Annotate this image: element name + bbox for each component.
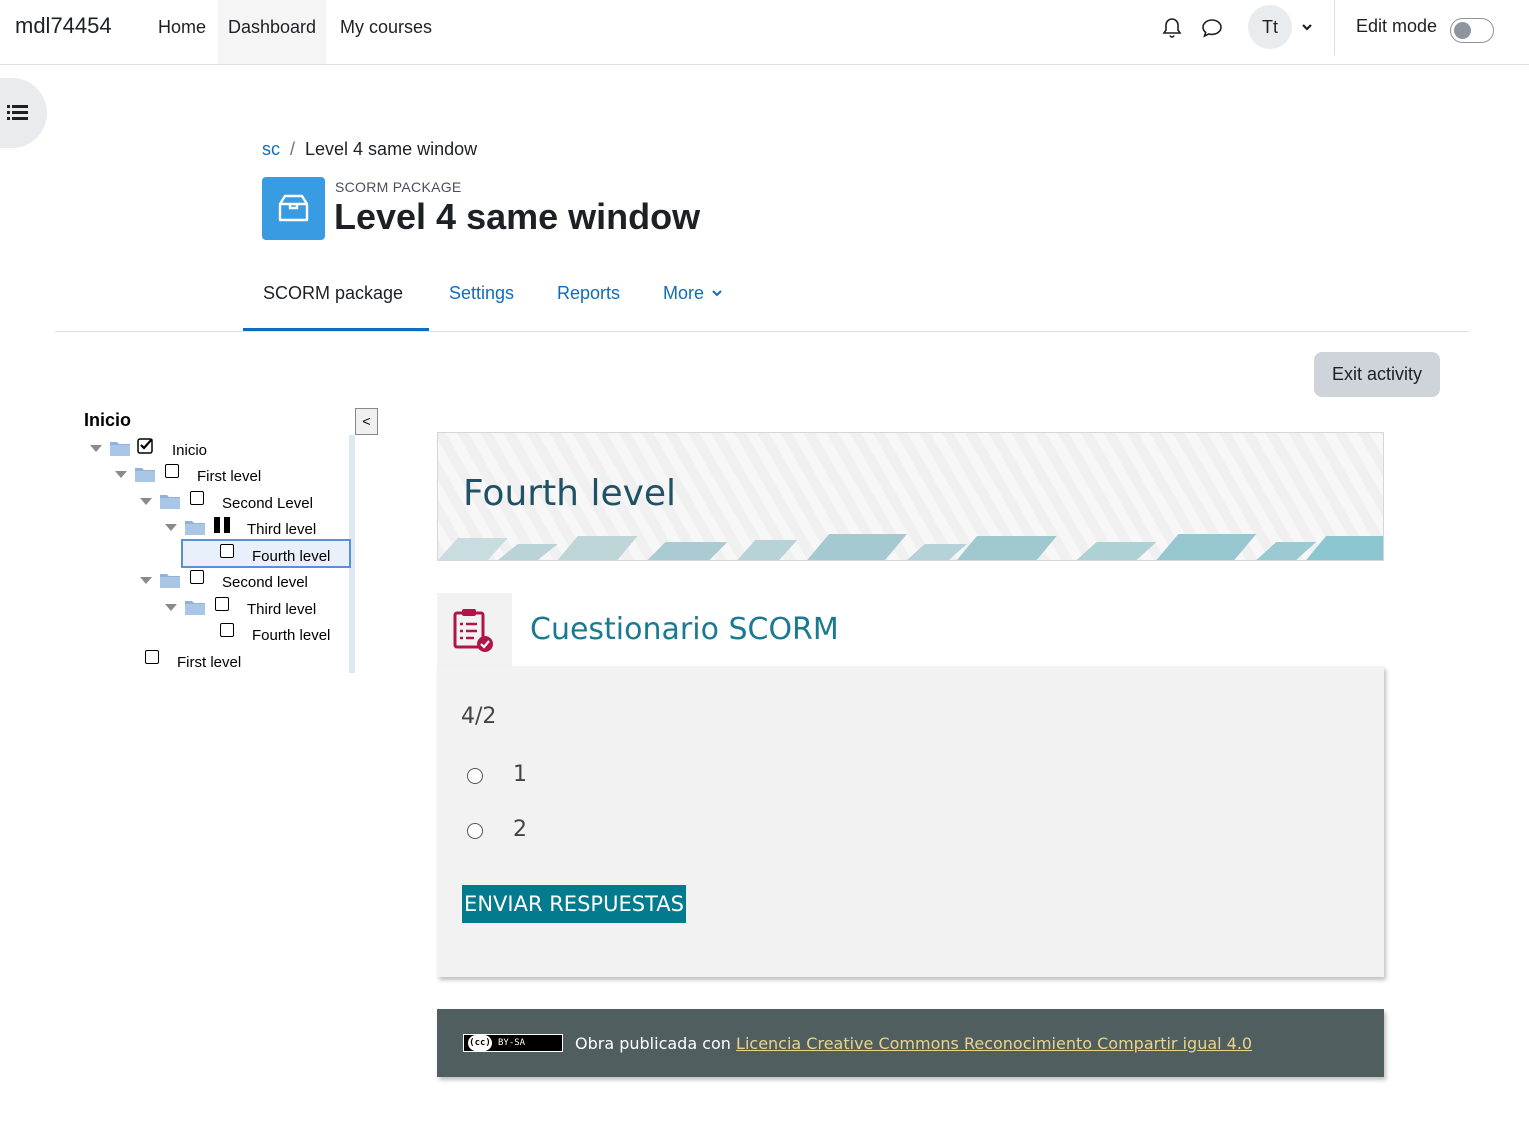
content-footer: (cc) BY-SA Obra publicada con Licencia C… (437, 1009, 1384, 1077)
answer-label: 2 (513, 817, 527, 842)
tab-settings[interactable]: Settings (449, 283, 514, 304)
expand-arrow-icon[interactable] (140, 498, 152, 505)
banner-pattern (438, 534, 1383, 560)
edit-mode-label: Edit mode (1356, 16, 1438, 36)
tab-more-label: More (663, 283, 705, 303)
toc-item-third-level[interactable]: Third level (165, 517, 340, 541)
checkbox-icon (145, 650, 159, 664)
message-icon[interactable] (1200, 16, 1224, 40)
tab-more[interactable]: More (663, 283, 723, 304)
breadcrumb-separator: / (290, 139, 296, 159)
license-link[interactable]: Licencia Creative Commons Reconocimiento… (736, 1034, 1252, 1053)
toc-item-label: Fourth level (252, 548, 331, 565)
site-name[interactable]: mdl74454 (15, 13, 112, 39)
folder-icon (160, 495, 180, 509)
radio-button[interactable] (467, 823, 483, 839)
chevron-down-icon (712, 290, 722, 297)
toc-collapse-button[interactable]: < (355, 408, 378, 435)
tab-scorm-package[interactable]: SCORM package (263, 283, 403, 304)
quiz-clipboard-icon (453, 609, 493, 652)
toc-item-second-level-2[interactable]: Second level (140, 570, 340, 594)
toc-item-third-level-2[interactable]: Third level (165, 597, 340, 621)
breadcrumb-current: Level 4 same window (305, 139, 478, 159)
content-banner: Fourth level (437, 432, 1384, 561)
checkbox-icon (215, 597, 229, 611)
toc-item-inicio[interactable]: Inicio (90, 438, 340, 462)
radio-button[interactable] (467, 768, 483, 784)
quiz-panel: 4/2 1 2 ENVIAR RESPUESTAS (437, 666, 1384, 977)
toc-title: Inicio (84, 410, 132, 430)
user-avatar[interactable]: Tt (1248, 5, 1292, 49)
toc-item-label: Inicio (172, 442, 208, 459)
navbar-divider (1334, 0, 1335, 55)
toc-item-label: First level (177, 654, 242, 671)
checkbox-icon (190, 570, 204, 584)
breadcrumb-course-link[interactable]: sc (262, 139, 280, 159)
submit-answers-button[interactable]: ENVIAR RESPUESTAS (462, 885, 686, 923)
secondary-nav-border (55, 331, 1469, 332)
quiz-icon-tab (437, 593, 512, 667)
edit-mode-toggle[interactable] (1450, 18, 1494, 43)
folder-icon (110, 442, 130, 456)
footer-text: Obra publicada con Licencia Creative Com… (575, 1034, 1252, 1053)
page-title: Level 4 same window (334, 196, 701, 237)
toc-item-label: Fourth level (252, 627, 331, 644)
activity-type-label: SCORM PACKAGE (335, 179, 462, 195)
top-navbar: mdl74454 Home Dashboard My courses Tt Ed… (0, 0, 1529, 65)
toc-item-label: Third level (247, 601, 317, 618)
toc-item-label: Second Level (222, 495, 313, 512)
tab-reports[interactable]: Reports (557, 283, 620, 304)
nav-home[interactable]: Home (148, 0, 216, 64)
toc-item-label: First level (197, 468, 262, 485)
breadcrumb: sc / Level 4 same window (262, 139, 477, 160)
toggle-knob (1454, 22, 1471, 39)
expand-arrow-icon[interactable] (90, 445, 102, 452)
footer-prefix: Obra publicada con (575, 1034, 731, 1053)
toc-item-second-level[interactable]: Second Level (140, 491, 340, 515)
toc-item-fourth-level-selected[interactable]: Fourth level (190, 544, 340, 568)
checkbox-icon (190, 491, 204, 505)
scorm-activity-icon (262, 177, 325, 240)
course-index-toggle[interactable] (0, 78, 47, 148)
folder-icon (160, 574, 180, 588)
cc-license-badge[interactable]: (cc) BY-SA (463, 1034, 563, 1052)
package-icon (278, 194, 309, 222)
nav-dashboard[interactable]: Dashboard (218, 0, 327, 64)
expand-arrow-icon[interactable] (140, 577, 152, 584)
folder-icon (185, 521, 205, 535)
toc-item-first-level[interactable]: First level (115, 464, 340, 488)
folder-icon (185, 601, 205, 615)
exit-activity-button[interactable]: Exit activity (1314, 352, 1440, 397)
answer-label: 1 (513, 762, 527, 787)
nav-my-courses[interactable]: My courses (330, 0, 442, 64)
toc-item-label: Second level (222, 574, 308, 591)
toc-item-fourth-level-2[interactable]: Fourth level (190, 623, 340, 647)
bell-icon[interactable] (1160, 16, 1184, 40)
expand-arrow-icon[interactable] (115, 471, 127, 478)
checked-checkbox-icon (137, 438, 153, 454)
quiz-title: Cuestionario SCORM (530, 612, 839, 647)
cc-badge-label: BY-SA (498, 1038, 526, 1048)
list-icon (7, 105, 28, 120)
expand-arrow-icon[interactable] (165, 524, 177, 531)
toc-item-label: Third level (247, 521, 317, 538)
checkbox-icon (220, 544, 234, 558)
toc-item-first-level-2[interactable]: First level (115, 650, 340, 674)
chevron-down-icon[interactable] (1300, 20, 1314, 34)
checkbox-icon (165, 464, 179, 478)
sco-title: Fourth level (463, 473, 677, 514)
cc-logo-icon: (cc) (468, 1035, 492, 1051)
pause-icon (214, 517, 232, 533)
expand-arrow-icon[interactable] (165, 604, 177, 611)
folder-icon (135, 468, 155, 482)
checkbox-icon (220, 623, 234, 637)
question-text: 4/2 (461, 704, 497, 729)
